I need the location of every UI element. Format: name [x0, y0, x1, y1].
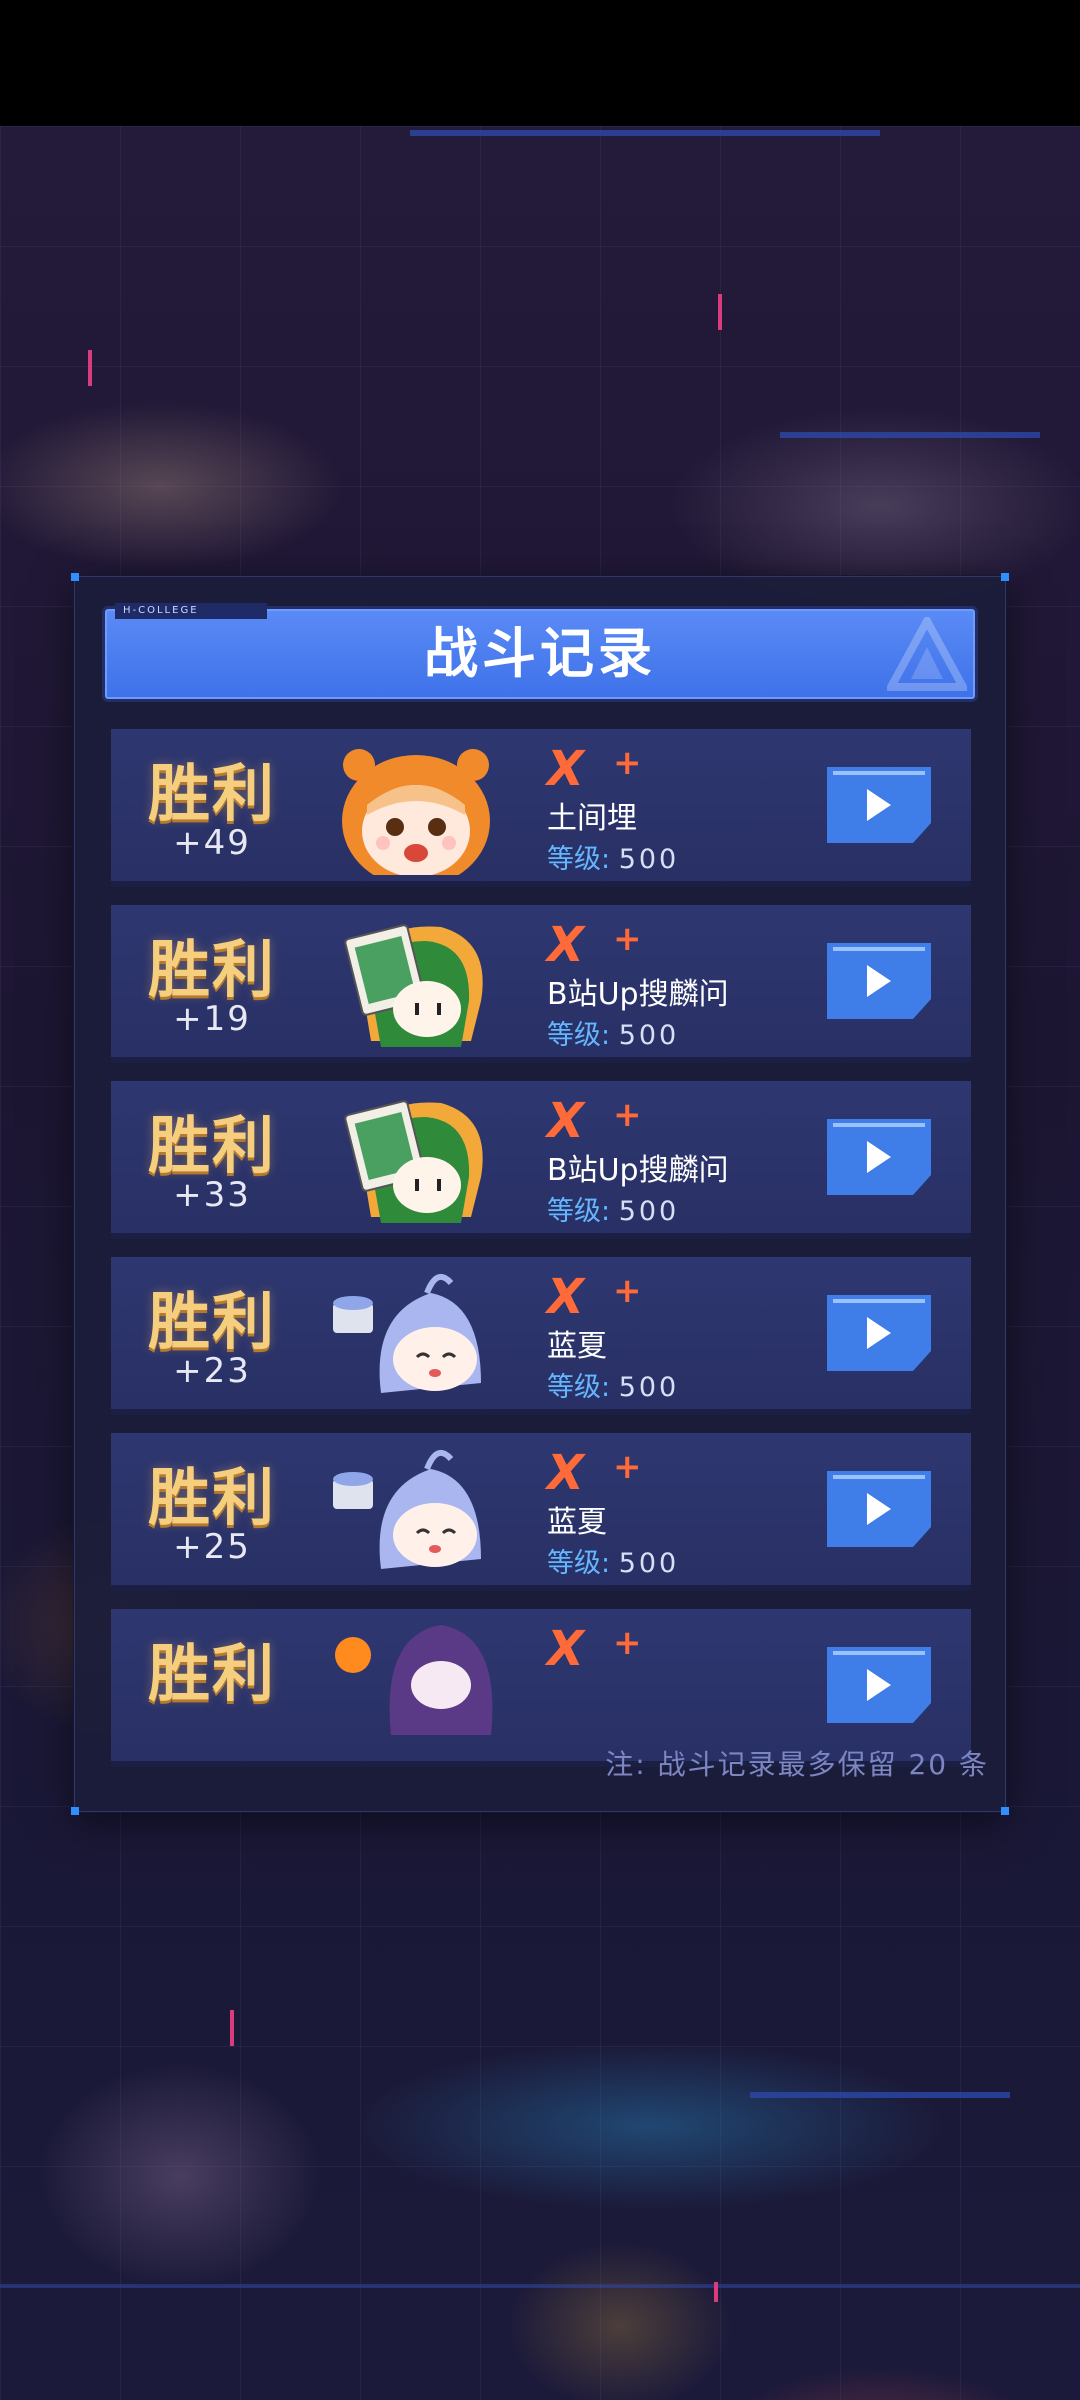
- level-value: 500: [618, 1372, 680, 1403]
- player-level: 等级: 500: [547, 1189, 679, 1228]
- level-label: 等级:: [547, 1196, 611, 1227]
- victory-label: 胜利: [147, 933, 276, 1006]
- replay-play-button[interactable]: [827, 1471, 931, 1547]
- player-name: 蓝夏: [547, 1329, 607, 1364]
- level-value: 500: [618, 844, 680, 875]
- level-value: 500: [618, 1548, 680, 1579]
- rank-plus: +: [613, 1447, 642, 1487]
- rank-plus: +: [613, 1271, 642, 1311]
- decor-tick: [718, 294, 722, 330]
- level-label: 等级:: [547, 1372, 611, 1403]
- rank-x-icon: X: [547, 741, 585, 797]
- record-row: 胜利 +19 X + B站Up搜麟问 等级: 500: [111, 905, 971, 1063]
- replay-play-button[interactable]: [827, 767, 931, 843]
- panel-title: 战斗记录: [424, 622, 656, 685]
- green-hair-avatar-icon: [344, 924, 483, 1047]
- player-name: 蓝夏: [547, 1505, 607, 1540]
- panel-corner: [71, 573, 79, 581]
- victory-label: 胜利: [147, 757, 276, 830]
- blue-hair-avatar-icon: [333, 1273, 481, 1393]
- record-row: 胜利 +25 X + 蓝夏 等级: 500: [111, 1433, 971, 1591]
- battle-record-panel: H-COLLEGE 战斗记录 胜利 +49 X + 土间埋 等级: 500 胜利…: [71, 573, 1009, 1815]
- level-value: 500: [618, 1020, 680, 1051]
- player-name: 土间埋: [547, 801, 637, 836]
- panel-corner: [71, 1807, 79, 1815]
- umaru-avatar-icon: [342, 749, 490, 875]
- rank-x-icon: X: [547, 1445, 585, 1501]
- player-name: B站Up搜麟问: [547, 977, 729, 1012]
- decor-line: [780, 432, 1040, 438]
- battle-record-list[interactable]: 胜利 +49 X + 土间埋 等级: 500 胜利 +19 X + B站Up搜麟…: [111, 729, 971, 1783]
- rank-plus: +: [613, 743, 642, 783]
- player-level: 等级: 500: [547, 1541, 679, 1580]
- rank-x-icon: X: [547, 917, 585, 973]
- score-change: +23: [173, 1351, 251, 1391]
- replay-play-button[interactable]: [827, 1119, 931, 1195]
- replay-play-button[interactable]: [827, 1295, 931, 1371]
- panel-corner: [1001, 1807, 1009, 1815]
- status-bar-area: [0, 0, 1080, 126]
- score-change: +49: [173, 823, 251, 863]
- level-label: 等级:: [547, 844, 611, 875]
- decor-line: [750, 2092, 1010, 2098]
- score-change: +19: [173, 999, 251, 1039]
- player-level: 等级: 500: [547, 1365, 679, 1404]
- record-limit-note: 注: 战斗记录最多保留 20 条: [605, 1748, 989, 1781]
- decor-tick: [88, 350, 92, 386]
- replay-play-button[interactable]: [827, 1647, 931, 1723]
- rank-plus: +: [613, 919, 642, 959]
- rank-x-icon: X: [547, 1093, 585, 1149]
- blue-hair-avatar-icon: [333, 1449, 481, 1569]
- decor-line: [410, 130, 880, 136]
- panel-header: H-COLLEGE 战斗记录: [105, 603, 975, 699]
- player-name: B站Up搜麟问: [547, 1153, 729, 1188]
- green-hair-avatar-icon: [344, 1100, 483, 1223]
- rank-x-icon: X: [547, 1269, 585, 1325]
- record-row: 胜利 +33 X + B站Up搜麟问 等级: 500: [111, 1081, 971, 1239]
- level-label: 等级:: [547, 1020, 611, 1051]
- score-change: +33: [173, 1175, 251, 1215]
- triangle-logo-icon: [887, 617, 967, 691]
- player-level: 等级: 500: [547, 1013, 679, 1052]
- decor-line: [0, 2284, 1080, 2288]
- player-level: 等级: 500: [547, 837, 679, 876]
- level-value: 500: [618, 1196, 680, 1227]
- panel-corner: [1001, 573, 1009, 581]
- victory-label: 胜利: [147, 1285, 276, 1358]
- victory-label: 胜利: [147, 1637, 276, 1710]
- decor-tick: [230, 2010, 234, 2046]
- victory-label: 胜利: [147, 1461, 276, 1534]
- purple-hair-avatar-icon: [335, 1625, 493, 1735]
- rank-plus: +: [613, 1623, 642, 1663]
- level-label: 等级:: [547, 1548, 611, 1579]
- score-change: +25: [173, 1527, 251, 1567]
- rank-x-icon: X: [547, 1621, 585, 1677]
- decor-tick: [714, 2282, 718, 2302]
- replay-play-button[interactable]: [827, 943, 931, 1019]
- record-row: 胜利 +49 X + 土间埋 等级: 500: [111, 729, 971, 887]
- rank-plus: +: [613, 1095, 642, 1135]
- victory-label: 胜利: [147, 1109, 276, 1182]
- record-row: 胜利 +23 X + 蓝夏 等级: 500: [111, 1257, 971, 1415]
